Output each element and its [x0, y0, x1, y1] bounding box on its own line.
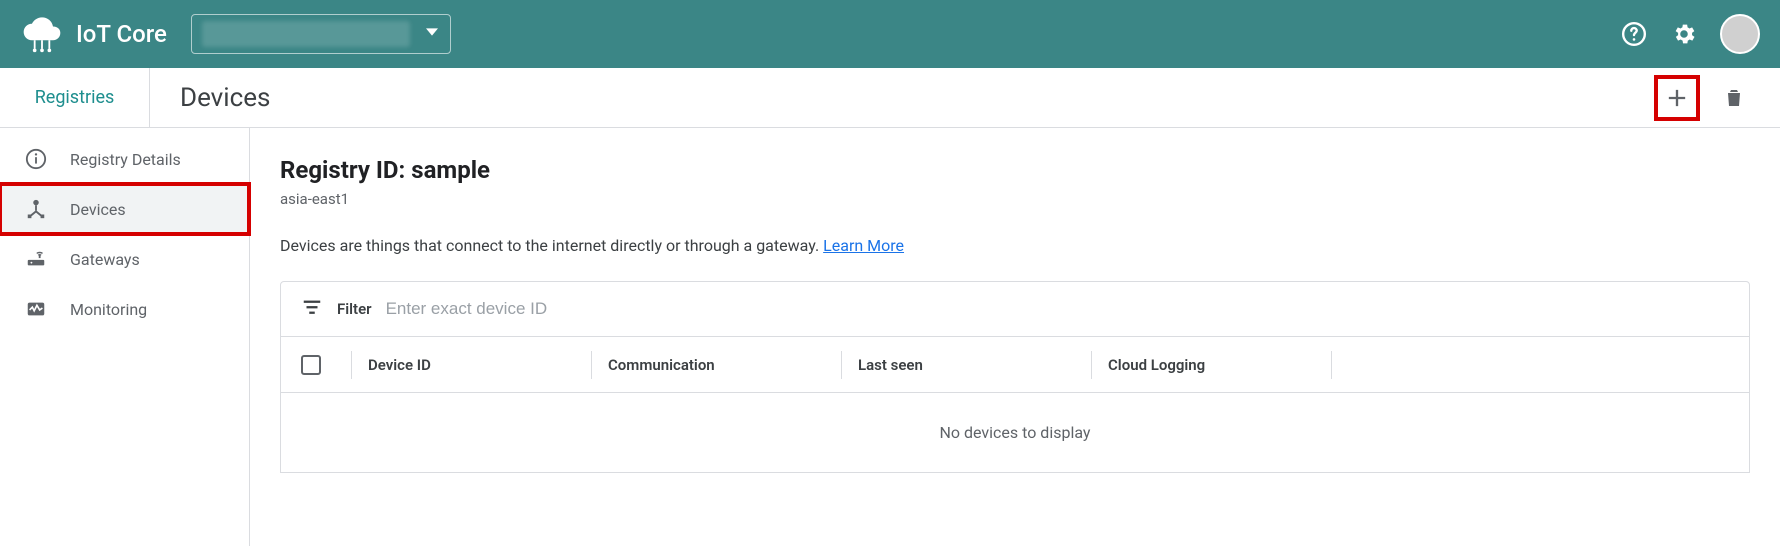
- add-device-button[interactable]: [1654, 75, 1700, 121]
- project-name-redacted: [202, 21, 410, 47]
- brand: IoT Core: [20, 10, 167, 58]
- iot-core-cloud-icon: [20, 10, 64, 58]
- filter-label: Filter: [337, 300, 372, 318]
- sidebar-item-label: Monitoring: [70, 300, 147, 319]
- main-content: Registry ID: sample asia-east1 Devices a…: [250, 128, 1780, 546]
- sidebar-item-registry-details[interactable]: Registry Details: [0, 134, 249, 184]
- sidebar-item-label: Gateways: [70, 250, 140, 269]
- sidebar-item-monitoring[interactable]: Monitoring: [0, 284, 249, 334]
- info-icon: [24, 147, 48, 171]
- page-actions: [1654, 75, 1780, 121]
- table-empty-state: No devices to display: [280, 393, 1750, 473]
- topbar-actions: [1620, 14, 1760, 54]
- region-label: asia-east1: [280, 190, 1750, 208]
- column-communication[interactable]: Communication: [591, 351, 841, 379]
- empty-message: No devices to display: [939, 423, 1090, 442]
- page-title: Devices: [150, 83, 270, 113]
- column-device-id[interactable]: Device ID: [351, 351, 591, 379]
- devices-description: Devices are things that connect to the i…: [280, 236, 1750, 255]
- product-title: IoT Core: [76, 20, 167, 48]
- learn-more-link[interactable]: Learn More: [823, 236, 904, 255]
- registry-id-heading: Registry ID: sample: [280, 156, 1750, 184]
- sidebar-item-label: Devices: [70, 200, 126, 219]
- delete-button[interactable]: [1718, 82, 1750, 114]
- sidebar-item-gateways[interactable]: Gateways: [0, 234, 249, 284]
- column-cloud-logging[interactable]: Cloud Logging: [1091, 351, 1331, 379]
- avatar[interactable]: [1720, 14, 1760, 54]
- filter-bar: Filter: [280, 281, 1750, 337]
- column-actions: [1331, 351, 1729, 379]
- table-header: Device ID Communication Last seen Cloud …: [280, 337, 1750, 393]
- help-icon[interactable]: [1620, 20, 1648, 48]
- breadcrumb: Registries: [0, 68, 150, 127]
- gear-icon[interactable]: [1670, 20, 1698, 48]
- project-selector[interactable]: [191, 14, 451, 54]
- caret-down-icon: [426, 26, 438, 42]
- sidebar-item-devices[interactable]: Devices: [0, 184, 249, 234]
- column-last-seen[interactable]: Last seen: [841, 351, 1091, 379]
- description-text: Devices are things that connect to the i…: [280, 236, 823, 255]
- sidebar-item-label: Registry Details: [70, 150, 181, 169]
- router-icon: [24, 247, 48, 271]
- top-bar: IoT Core: [0, 0, 1780, 68]
- select-all-checkbox[interactable]: [301, 355, 321, 375]
- filter-input[interactable]: [386, 299, 1729, 319]
- device-hub-icon: [24, 197, 48, 221]
- sub-header: Registries Devices: [0, 68, 1780, 128]
- breadcrumb-link-registries[interactable]: Registries: [35, 87, 115, 108]
- monitoring-icon: [24, 297, 48, 321]
- filter-icon: [301, 296, 323, 322]
- content-row: Registry Details Devices Gateways: [0, 128, 1780, 546]
- sidebar: Registry Details Devices Gateways: [0, 128, 250, 546]
